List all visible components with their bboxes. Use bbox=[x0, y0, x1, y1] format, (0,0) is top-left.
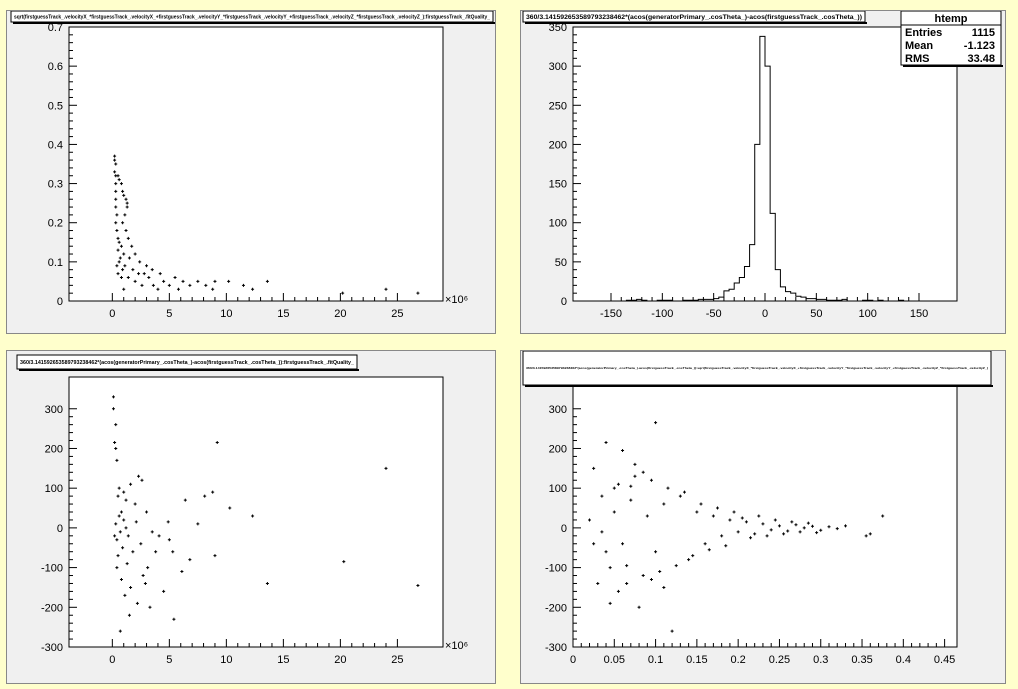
stats-value: -1.123 bbox=[964, 40, 995, 52]
y-tick-label: 150 bbox=[549, 179, 567, 191]
chart-title: 360/3.141592653589793238462*(acos(genera… bbox=[20, 360, 354, 366]
y-tick-label: 0.2 bbox=[48, 218, 63, 230]
y-tick-label: 0.7 bbox=[48, 22, 63, 34]
chart-theta-diff-histogram: 360/3.141592653589793238462*(acos(genera… bbox=[522, 10, 1003, 320]
x-tick-label: 0.45 bbox=[934, 654, 955, 666]
y-tick-label: 300 bbox=[549, 404, 567, 416]
plot-frame bbox=[572, 376, 958, 648]
chart-theta-diff-vs-velocity: 360/3.141592653589793238462*(acos(genera… bbox=[522, 350, 993, 666]
y-tick-label: -200 bbox=[545, 602, 567, 614]
x-tick-label: -100 bbox=[651, 308, 673, 320]
x-tick-label: 10 bbox=[220, 308, 232, 320]
chart-velocity-vs-fitquality: sqrt(firstguessTrack_.velocityX_*firstgu… bbox=[10, 10, 495, 320]
x-tick-label: -50 bbox=[706, 308, 722, 320]
x-tick-label: 0 bbox=[570, 654, 576, 666]
stats-label: Entries bbox=[905, 27, 942, 39]
y-tick-label: -300 bbox=[41, 642, 63, 654]
x-tick-label: -150 bbox=[600, 308, 622, 320]
root-canvas: sqrt(firstguessTrack_.velocityX_*firstgu… bbox=[0, 0, 1018, 689]
x-tick-label: 5 bbox=[166, 308, 172, 320]
title-shadow bbox=[19, 369, 359, 371]
chart-theta-diff-vs-fitquality: 360/3.141592653589793238462*(acos(genera… bbox=[16, 354, 468, 666]
y-tick-label: 0.5 bbox=[48, 100, 63, 112]
plot-frame bbox=[68, 376, 444, 648]
stats-title: htemp bbox=[935, 13, 968, 25]
pad-top-left: sqrt(firstguessTrack_.velocityX_*firstgu… bbox=[6, 10, 496, 334]
y-tick-label: 0 bbox=[57, 296, 63, 308]
x-tick-label: 0.1 bbox=[648, 654, 663, 666]
y-tick-label: -300 bbox=[545, 642, 567, 654]
stats-label: RMS bbox=[905, 53, 929, 65]
y-tick-label: 350 bbox=[549, 22, 567, 34]
y-tick-label: 200 bbox=[549, 443, 567, 455]
x-tick-label: 0.4 bbox=[896, 654, 911, 666]
x-tick-label: 25 bbox=[391, 654, 403, 666]
x-tick-label: 0.3 bbox=[813, 654, 828, 666]
title-shadow bbox=[525, 22, 867, 24]
plot-frame bbox=[68, 26, 444, 302]
x-tick-label: 150 bbox=[910, 308, 928, 320]
y-tick-label: 0.4 bbox=[48, 139, 63, 151]
stats-box-shadow bbox=[903, 65, 1003, 67]
x-tick-label: 0.25 bbox=[769, 654, 790, 666]
pad-bottom-right: 360/3.141592653589793238462*(acos(genera… bbox=[520, 350, 1006, 684]
y-tick-label: 0.1 bbox=[48, 257, 63, 269]
y-tick-label: -100 bbox=[41, 563, 63, 575]
x-tick-label: 100 bbox=[858, 308, 876, 320]
x-tick-label: 20 bbox=[334, 654, 346, 666]
x-tick-label: 20 bbox=[334, 308, 346, 320]
y-tick-label: 100 bbox=[549, 218, 567, 230]
chart-title: sqrt(firstguessTrack_.velocityX_*firstgu… bbox=[14, 14, 490, 20]
y-tick-label: -100 bbox=[545, 563, 567, 575]
y-tick-label: 300 bbox=[549, 61, 567, 73]
pad-bottom-left: 360/3.141592653589793238462*(acos(genera… bbox=[6, 350, 496, 684]
y-tick-label: 300 bbox=[45, 404, 63, 416]
x-tick-label: 0 bbox=[109, 308, 115, 320]
x-tick-label: 0 bbox=[762, 308, 768, 320]
stats-value: 1115 bbox=[972, 27, 995, 39]
x-exponent-label: ×10⁶ bbox=[445, 640, 468, 652]
y-tick-label: 0.6 bbox=[48, 61, 63, 73]
x-exponent-label: ×10⁶ bbox=[445, 294, 468, 306]
x-tick-label: 50 bbox=[810, 308, 822, 320]
y-tick-label: 100 bbox=[549, 483, 567, 495]
y-tick-label: 200 bbox=[549, 139, 567, 151]
x-tick-label: 0.05 bbox=[604, 654, 625, 666]
plot-frame bbox=[572, 26, 958, 302]
y-tick-label: 250 bbox=[549, 100, 567, 112]
title-shadow bbox=[13, 22, 495, 24]
x-tick-label: 5 bbox=[166, 654, 172, 666]
y-tick-label: 50 bbox=[555, 257, 567, 269]
x-tick-label: 15 bbox=[277, 308, 289, 320]
stats-label: Mean bbox=[905, 40, 933, 52]
x-tick-label: 10 bbox=[220, 654, 232, 666]
y-tick-label: 100 bbox=[45, 483, 63, 495]
y-tick-label: 0.3 bbox=[48, 179, 63, 191]
x-tick-label: 25 bbox=[391, 308, 403, 320]
y-tick-label: -200 bbox=[41, 602, 63, 614]
x-tick-label: 0.2 bbox=[731, 654, 746, 666]
y-tick-label: 0 bbox=[561, 296, 567, 308]
x-tick-label: 0.35 bbox=[851, 654, 872, 666]
stats-value: 33.48 bbox=[967, 53, 995, 65]
title-shadow bbox=[525, 385, 993, 387]
x-tick-label: 15 bbox=[277, 654, 289, 666]
chart-title: 360/3.141592653589793238462*(acos(genera… bbox=[526, 14, 862, 21]
y-tick-label: 200 bbox=[45, 443, 63, 455]
pad-top-right: 360/3.141592653589793238462*(acos(genera… bbox=[520, 10, 1006, 334]
chart-title: 360/3.141592653589793238462*(acos(genera… bbox=[526, 366, 988, 370]
x-tick-label: 0.15 bbox=[686, 654, 707, 666]
y-tick-label: 0 bbox=[561, 523, 567, 535]
y-tick-label: 0 bbox=[57, 523, 63, 535]
x-tick-label: 0 bbox=[109, 654, 115, 666]
